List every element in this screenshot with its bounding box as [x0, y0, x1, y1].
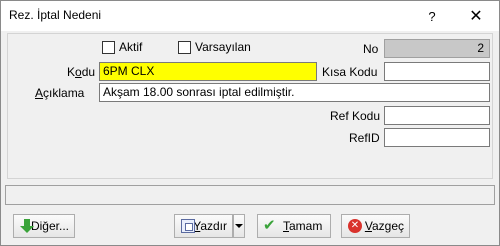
varsayilan-label: Varsayılan: [195, 40, 251, 54]
ref-kodu-input[interactable]: [384, 106, 490, 125]
aktif-checkbox-box[interactable]: [102, 40, 115, 54]
vazgec-button-label: Vazgeç: [364, 219, 404, 233]
dialog-window: Rez. İptal Nedeni ? ✕ Aktif Varsayılan N…: [0, 0, 500, 246]
kisa-kodu-input[interactable]: [384, 62, 490, 81]
refid-input[interactable]: [384, 128, 490, 147]
tamam-button[interactable]: ✔ Tamam: [257, 214, 331, 238]
yazdir-button[interactable]: Yazdır: [174, 214, 233, 238]
no-field: 2: [384, 39, 490, 58]
refid-label: RefID: [349, 131, 380, 145]
close-button[interactable]: ✕: [453, 1, 499, 31]
form-panel: Aktif Varsayılan No 2 Kodu 6PM CLX Kısa …: [7, 33, 493, 179]
kodu-label: Kodu: [67, 65, 96, 79]
diger-button-label: Diğer...: [30, 219, 69, 233]
title-bar: Rez. İptal Nedeni ? ✕: [1, 1, 499, 31]
check-icon: ✔: [263, 217, 276, 234]
aktif-checkbox[interactable]: Aktif: [102, 40, 142, 54]
help-button[interactable]: ?: [409, 1, 455, 31]
ref-kodu-label: Ref Kodu: [330, 109, 381, 123]
status-bar: [5, 185, 495, 205]
cancel-icon: ✕: [347, 218, 362, 234]
kodu-input[interactable]: 6PM CLX: [99, 62, 317, 81]
varsayilan-checkbox-box[interactable]: [178, 40, 191, 54]
yazdir-button-label: Yazdır: [193, 219, 227, 233]
tamam-button-label: Tamam: [283, 219, 323, 233]
yazdir-dropdown-button[interactable]: [233, 214, 245, 238]
aciklama-label: Açıklama: [35, 86, 85, 100]
vazgec-button[interactable]: ✕ Vazgeç: [341, 214, 410, 238]
diger-button[interactable]: Diğer...: [13, 214, 75, 238]
varsayilan-checkbox[interactable]: Varsayılan: [178, 40, 251, 54]
window-title: Rez. İptal Nedeni: [9, 8, 102, 22]
print-preview-icon: [180, 218, 195, 234]
aciklama-input[interactable]: Akşam 18.00 sonrası iptal edilmiştir.: [99, 83, 490, 102]
aktif-label: Aktif: [119, 40, 143, 54]
no-label: No: [363, 42, 379, 56]
kisa-kodu-label: Kısa Kodu: [322, 65, 378, 79]
green-down-arrow-icon: [19, 218, 34, 234]
chevron-down-icon: [235, 224, 243, 228]
